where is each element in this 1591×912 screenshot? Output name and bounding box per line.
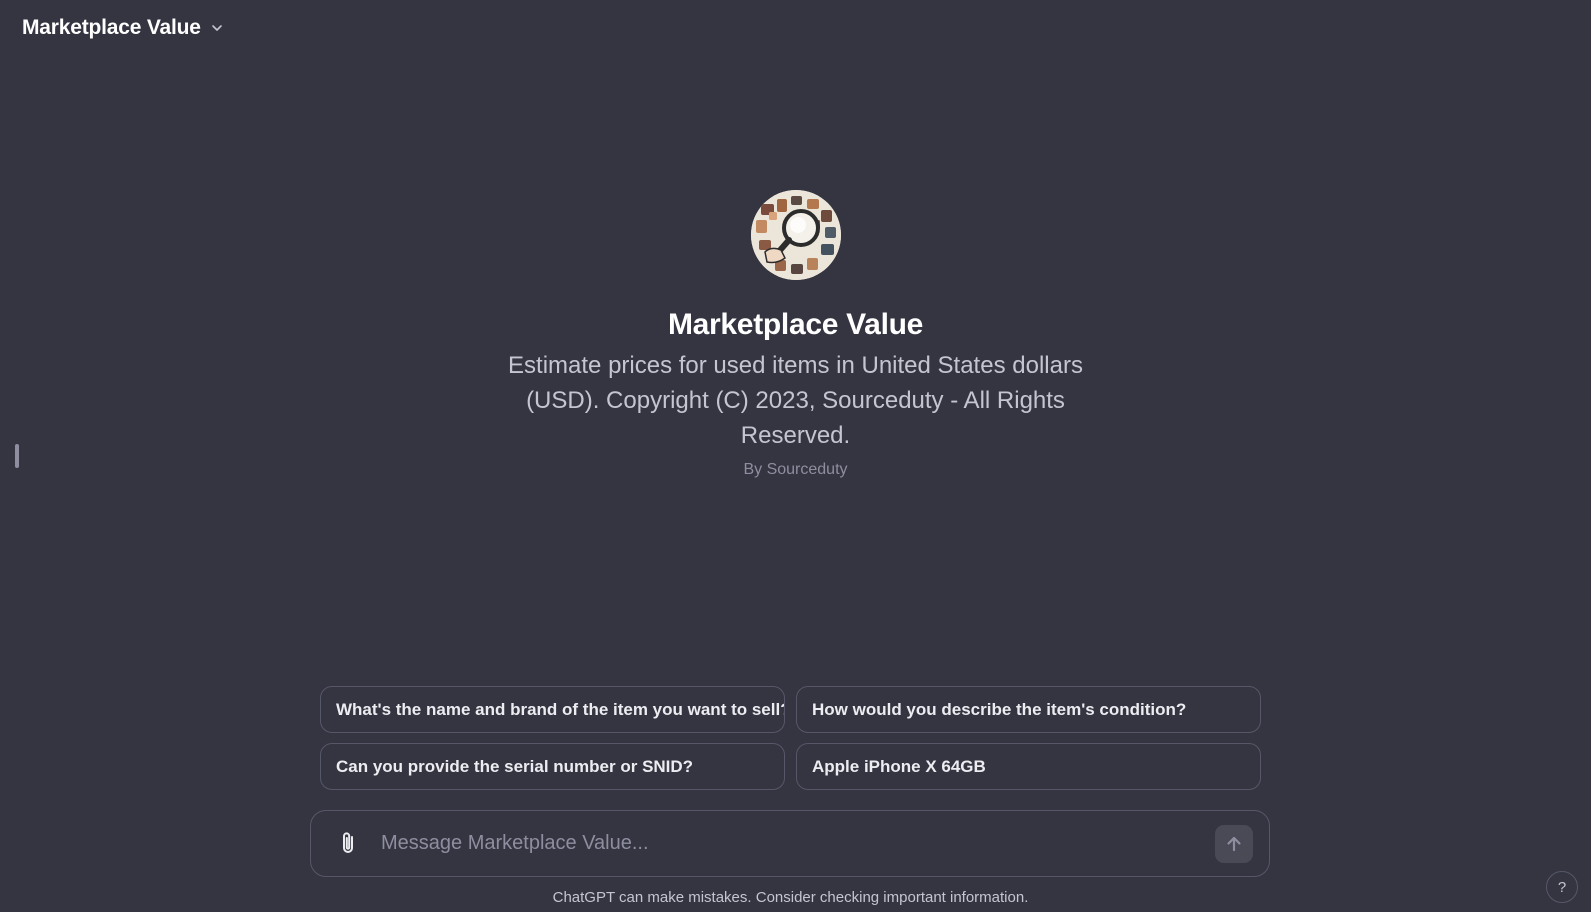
starter-item-condition[interactable]: How would you describe the item's condit… bbox=[796, 686, 1261, 733]
starter-serial-number[interactable]: Can you provide the serial number or SNI… bbox=[320, 743, 785, 790]
gpt-intro: Marketplace Value Estimate prices for us… bbox=[0, 190, 1591, 479]
gpt-name: Marketplace Value bbox=[667, 308, 924, 341]
model-selector[interactable]: Marketplace Value bbox=[22, 14, 229, 42]
gpt-avatar bbox=[750, 190, 841, 280]
conversation-starters: What's the name and brand of the item yo… bbox=[320, 686, 1261, 790]
magnifying-glass-icon bbox=[750, 190, 841, 280]
message-input[interactable] bbox=[379, 831, 1215, 856]
paperclip-icon[interactable] bbox=[333, 829, 363, 859]
starter-iphone-x[interactable]: Apple iPhone X 64GB bbox=[796, 743, 1261, 790]
starter-item-name-brand[interactable]: What's the name and brand of the item yo… bbox=[320, 686, 785, 733]
arrow-up-icon bbox=[1227, 836, 1241, 851]
gpt-description: Estimate prices for used items in United… bbox=[508, 352, 1083, 449]
send-button[interactable] bbox=[1215, 824, 1253, 863]
chevron-down-icon bbox=[209, 20, 225, 36]
help-button[interactable]: ? bbox=[1546, 871, 1578, 903]
message-composer bbox=[310, 810, 1270, 877]
model-selector-title: Marketplace Value bbox=[22, 16, 201, 39]
gpt-author: By Sourceduty bbox=[743, 461, 848, 478]
disclaimer-text: ChatGPT can make mistakes. Consider chec… bbox=[552, 889, 1029, 906]
chat-page: Marketplace Value Marketplace Value Esti… bbox=[0, 0, 1591, 912]
